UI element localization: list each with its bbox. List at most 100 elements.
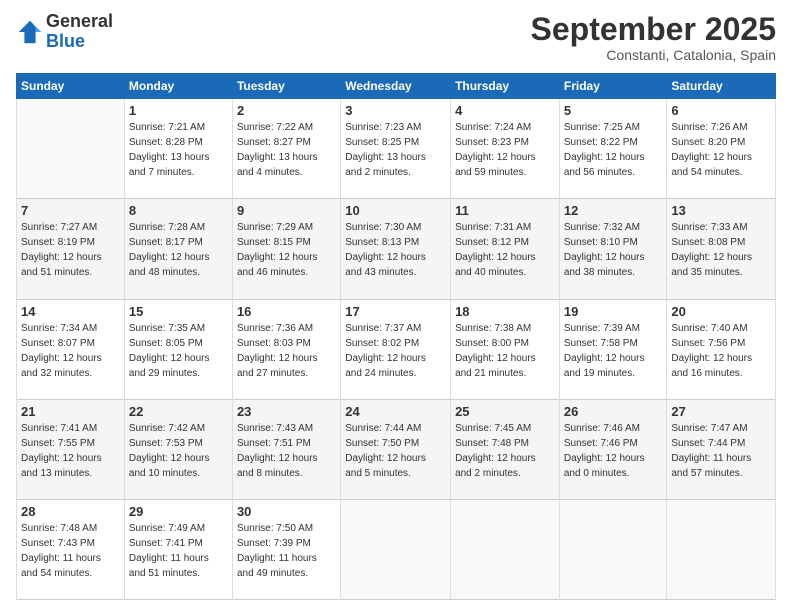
week-row-3: 21Sunrise: 7:41 AM Sunset: 7:55 PM Dayli… [17, 399, 776, 499]
header-cell-tuesday: Tuesday [232, 74, 340, 99]
day-number: 17 [345, 304, 446, 319]
day-cell: 16 Sunrise: 7:36 AM Sunset: 8:03 PM Dayli… [232, 299, 340, 399]
day-number: 7 [21, 203, 120, 218]
day-info: Sunrise: 7:27 AM Sunset: 8:19 PM Dayligh… [21, 220, 120, 280]
day-info: Sunrise: 7:28 AM Sunset: 8:17 PM Dayligh… [129, 220, 228, 280]
header-cell-friday: Friday [559, 74, 667, 99]
day-cell: 20Sunrise: 7:40 AM Sunset: 7:56 PM Dayli… [667, 299, 776, 399]
header-cell-sunday: Sunday [17, 74, 125, 99]
day-cell [667, 499, 776, 599]
day-cell: 15 Sunrise: 7:35 AM Sunset: 8:05 PM Dayli… [124, 299, 232, 399]
day-info: Sunrise: 7:40 AM Sunset: 7:56 PM Dayligh… [671, 321, 771, 381]
day-number: 4 [455, 103, 555, 118]
day-info: Sunrise: 7:41 AM Sunset: 7:55 PM Dayligh… [21, 421, 120, 481]
day-info: Sunrise: 7:23 AM Sunset: 8:25 PM Dayligh… [345, 120, 446, 180]
day-number: 2 [237, 103, 336, 118]
day-number: 19 [564, 304, 663, 319]
day-info: Sunrise: 7:26 AM Sunset: 8:20 PM Dayligh… [671, 120, 771, 180]
day-cell: 30 Sunrise: 7:50 AM Sunset: 7:39 PM Dayli… [232, 499, 340, 599]
header-cell-saturday: Saturday [667, 74, 776, 99]
day-number: 8 [129, 203, 228, 218]
day-cell: 7 Sunrise: 7:27 AM Sunset: 8:19 PM Daylig… [17, 199, 125, 299]
day-info: Sunrise: 7:39 AM Sunset: 7:58 PM Dayligh… [564, 321, 663, 381]
week-row-4: 28 Sunrise: 7:48 AM Sunset: 7:43 PM Dayli… [17, 499, 776, 599]
day-info: Sunrise: 7:48 AM Sunset: 7:43 PM Dayligh… [21, 521, 120, 581]
day-cell: 17Sunrise: 7:37 AM Sunset: 8:02 PM Dayli… [341, 299, 451, 399]
logo-icon [16, 18, 44, 46]
day-cell: 25 Sunrise: 7:45 AM Sunset: 7:48 PM Dayli… [451, 399, 560, 499]
day-number: 3 [345, 103, 446, 118]
day-cell: 24 Sunrise: 7:44 AM Sunset: 7:50 PM Dayli… [341, 399, 451, 499]
header-cell-thursday: Thursday [451, 74, 560, 99]
day-number: 18 [455, 304, 555, 319]
day-info: Sunrise: 7:42 AM Sunset: 7:53 PM Dayligh… [129, 421, 228, 481]
day-cell: 12Sunrise: 7:32 AM Sunset: 8:10 PM Dayli… [559, 199, 667, 299]
day-info: Sunrise: 7:35 AM Sunset: 8:05 PM Dayligh… [129, 321, 228, 381]
day-number: 1 [129, 103, 228, 118]
day-cell: 27 Sunrise: 7:47 AM Sunset: 7:44 PM Dayli… [667, 399, 776, 499]
day-cell: 2Sunrise: 7:22 AM Sunset: 8:27 PM Daylig… [232, 99, 340, 199]
location: Constanti, Catalonia, Spain [531, 47, 776, 63]
day-number: 30 [237, 504, 336, 519]
day-number: 11 [455, 203, 555, 218]
day-info: Sunrise: 7:29 AM Sunset: 8:15 PM Dayligh… [237, 220, 336, 280]
day-cell: 29Sunrise: 7:49 AM Sunset: 7:41 PM Dayli… [124, 499, 232, 599]
day-number: 27 [671, 404, 771, 419]
day-cell: 18 Sunrise: 7:38 AM Sunset: 8:00 PM Dayli… [451, 299, 560, 399]
day-number: 6 [671, 103, 771, 118]
day-number: 16 [237, 304, 336, 319]
calendar-page: General Blue September 2025 Constanti, C… [0, 0, 792, 612]
day-number: 28 [21, 504, 120, 519]
day-number: 12 [564, 203, 663, 218]
day-cell: 10 Sunrise: 7:30 AM Sunset: 8:13 PM Dayli… [341, 199, 451, 299]
day-cell: 26 Sunrise: 7:46 AM Sunset: 7:46 PM Dayli… [559, 399, 667, 499]
day-number: 10 [345, 203, 446, 218]
day-cell: 3 Sunrise: 7:23 AM Sunset: 8:25 PM Daylig… [341, 99, 451, 199]
day-info: Sunrise: 7:44 AM Sunset: 7:50 PM Dayligh… [345, 421, 446, 481]
day-number: 26 [564, 404, 663, 419]
day-info: Sunrise: 7:50 AM Sunset: 7:39 PM Dayligh… [237, 521, 336, 581]
day-number: 23 [237, 404, 336, 419]
day-info: Sunrise: 7:34 AM Sunset: 8:07 PM Dayligh… [21, 321, 120, 381]
logo: General Blue [16, 12, 113, 52]
day-number: 25 [455, 404, 555, 419]
day-info: Sunrise: 7:45 AM Sunset: 7:48 PM Dayligh… [455, 421, 555, 481]
week-row-2: 14 Sunrise: 7:34 AM Sunset: 8:07 PM Dayli… [17, 299, 776, 399]
day-cell: 6 Sunrise: 7:26 AM Sunset: 8:20 PM Daylig… [667, 99, 776, 199]
day-info: Sunrise: 7:36 AM Sunset: 8:03 PM Dayligh… [237, 321, 336, 381]
day-cell: 28 Sunrise: 7:48 AM Sunset: 7:43 PM Dayli… [17, 499, 125, 599]
day-number: 24 [345, 404, 446, 419]
logo-text-blue: Blue [46, 32, 113, 52]
day-cell: 11 Sunrise: 7:31 AM Sunset: 8:12 PM Dayli… [451, 199, 560, 299]
day-number: 13 [671, 203, 771, 218]
day-cell [451, 499, 560, 599]
header-row: SundayMondayTuesdayWednesdayThursdayFrid… [17, 74, 776, 99]
day-info: Sunrise: 7:31 AM Sunset: 8:12 PM Dayligh… [455, 220, 555, 280]
day-cell: 22Sunrise: 7:42 AM Sunset: 7:53 PM Dayli… [124, 399, 232, 499]
day-cell: 4Sunrise: 7:24 AM Sunset: 8:23 PM Daylig… [451, 99, 560, 199]
day-info: Sunrise: 7:30 AM Sunset: 8:13 PM Dayligh… [345, 220, 446, 280]
logo-blue-text: Blue [46, 31, 85, 51]
day-number: 14 [21, 304, 120, 319]
day-info: Sunrise: 7:43 AM Sunset: 7:51 PM Dayligh… [237, 421, 336, 481]
day-info: Sunrise: 7:47 AM Sunset: 7:44 PM Dayligh… [671, 421, 771, 481]
day-info: Sunrise: 7:49 AM Sunset: 7:41 PM Dayligh… [129, 521, 228, 581]
header: General Blue September 2025 Constanti, C… [16, 12, 776, 63]
header-cell-wednesday: Wednesday [341, 74, 451, 99]
day-cell: 21Sunrise: 7:41 AM Sunset: 7:55 PM Dayli… [17, 399, 125, 499]
logo-text-general: General [46, 12, 113, 32]
day-cell: 14 Sunrise: 7:34 AM Sunset: 8:07 PM Dayli… [17, 299, 125, 399]
day-number: 15 [129, 304, 228, 319]
day-info: Sunrise: 7:25 AM Sunset: 8:22 PM Dayligh… [564, 120, 663, 180]
day-number: 5 [564, 103, 663, 118]
header-cell-monday: Monday [124, 74, 232, 99]
day-info: Sunrise: 7:38 AM Sunset: 8:00 PM Dayligh… [455, 321, 555, 381]
day-cell: 19 Sunrise: 7:39 AM Sunset: 7:58 PM Dayli… [559, 299, 667, 399]
day-number: 9 [237, 203, 336, 218]
calendar-table: SundayMondayTuesdayWednesdayThursdayFrid… [16, 73, 776, 600]
day-info: Sunrise: 7:46 AM Sunset: 7:46 PM Dayligh… [564, 421, 663, 481]
day-cell [341, 499, 451, 599]
day-cell: 9 Sunrise: 7:29 AM Sunset: 8:15 PM Daylig… [232, 199, 340, 299]
day-info: Sunrise: 7:33 AM Sunset: 8:08 PM Dayligh… [671, 220, 771, 280]
day-cell: 13 Sunrise: 7:33 AM Sunset: 8:08 PM Dayli… [667, 199, 776, 299]
